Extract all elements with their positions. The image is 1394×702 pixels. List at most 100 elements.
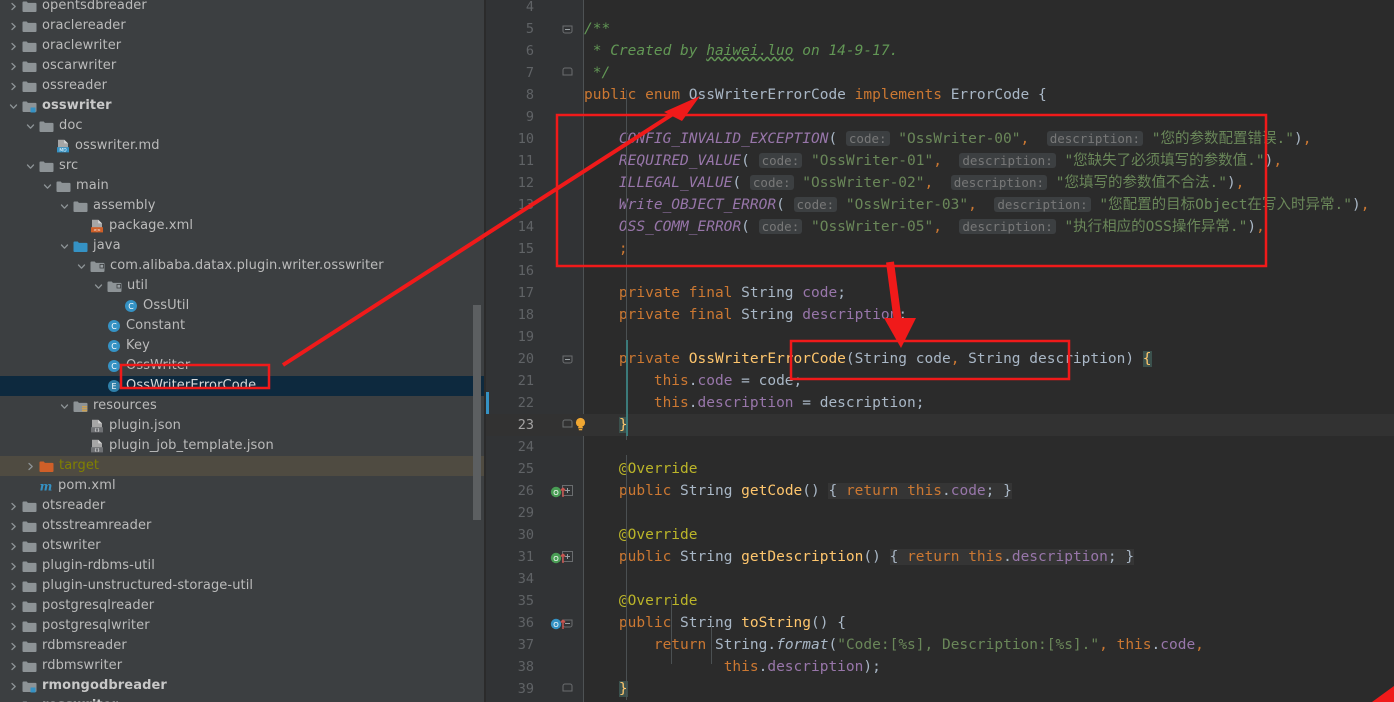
- code-fold-top-icon[interactable]: [562, 23, 573, 34]
- editor-line-31[interactable]: 31 public String getDescription() { retu…: [486, 546, 1394, 568]
- editor-line-15[interactable]: 15 ;: [486, 238, 1394, 260]
- editor-line-10[interactable]: 10 CONFIG_INVALID_EXCEPTION( code: "OssW…: [486, 128, 1394, 150]
- chevron-right-icon[interactable]: [8, 541, 19, 552]
- editor-line-25[interactable]: 25 @Override: [486, 458, 1394, 480]
- editor-line-8[interactable]: 8 public enum OssWriterErrorCode implemen…: [486, 84, 1394, 106]
- tree-node-opentsdbreader[interactable]: opentsdbreader: [0, 0, 486, 16]
- editor-line-12[interactable]: 12 ILLEGAL_VALUE( code: "OssWriter-02", …: [486, 172, 1394, 194]
- tree-node-constant[interactable]: C Constant: [0, 316, 486, 336]
- tree-node-otsstreamreader[interactable]: otsstreamreader: [0, 516, 486, 536]
- tree-node-util[interactable]: util: [0, 276, 486, 296]
- editor-line-4[interactable]: 4: [486, 0, 1394, 18]
- editor-line-38[interactable]: 38 this.description);: [486, 656, 1394, 678]
- chevron-right-icon[interactable]: [25, 461, 36, 472]
- editor-line-9[interactable]: 9: [486, 106, 1394, 128]
- tree-node-plugin-rdbms-util[interactable]: plugin-rdbms-util: [0, 556, 486, 576]
- chevron-right-icon[interactable]: [8, 621, 19, 632]
- editor-pane[interactable]: 4 5 /** 6 * Created by haiwei.luo on 14-9-1…: [486, 0, 1394, 702]
- editor-line-20[interactable]: 20 private OssWriterErrorCode(String cod…: [486, 348, 1394, 370]
- chevron-right-icon[interactable]: [8, 61, 19, 72]
- tree-node-assembly[interactable]: assembly: [0, 196, 486, 216]
- tree-node-pom-xml[interactable]: m pom.xml: [0, 476, 486, 496]
- tree-node-rdbmsreader[interactable]: rdbmsreader: [0, 636, 486, 656]
- chevron-right-icon[interactable]: [8, 521, 19, 532]
- tree-node-otsreader[interactable]: otsreader: [0, 496, 486, 516]
- tree-node-package-xml[interactable]: <> package.xml: [0, 216, 486, 236]
- tree-node-rosswriter[interactable]: rosswriter: [0, 696, 486, 702]
- chevron-right-icon[interactable]: [8, 681, 19, 692]
- chevron-right-icon[interactable]: [8, 501, 19, 512]
- chevron-down-icon[interactable]: [76, 261, 87, 272]
- tree-node-postgresqlreader[interactable]: postgresqlreader: [0, 596, 486, 616]
- tree-node-osswriter[interactable]: C OssWriter: [0, 356, 486, 376]
- editor-line-36[interactable]: 36 public String toString() {O: [486, 612, 1394, 634]
- chevron-down-icon[interactable]: [42, 181, 53, 192]
- chevron-down-icon[interactable]: [25, 121, 36, 132]
- editor-line-30[interactable]: 30 @Override: [486, 524, 1394, 546]
- editor-line-22[interactable]: 22 this.description = description;: [486, 392, 1394, 414]
- chevron-right-icon[interactable]: [8, 561, 19, 572]
- editor-line-7[interactable]: 7 */: [486, 62, 1394, 84]
- tree-node-plugin-job-template-json[interactable]: {} plugin_job_template.json: [0, 436, 486, 456]
- editor-line-21[interactable]: 21 this.code = code;: [486, 370, 1394, 392]
- tree-node-otswriter[interactable]: otswriter: [0, 536, 486, 556]
- editor-line-26[interactable]: 26 public String getCode() { return this…: [486, 480, 1394, 502]
- editor-line-5[interactable]: 5 /**: [486, 18, 1394, 40]
- editor-line-18[interactable]: 18 private final String description;: [486, 304, 1394, 326]
- editor-line-13[interactable]: 13 Write_OBJECT_ERROR( code: "OssWriter-…: [486, 194, 1394, 216]
- editor-line-17[interactable]: 17 private final String code;: [486, 282, 1394, 304]
- tree-node-ossreader[interactable]: ossreader: [0, 76, 486, 96]
- tree-node-postgresqlwriter[interactable]: postgresqlwriter: [0, 616, 486, 636]
- tree-node-target[interactable]: target: [0, 456, 486, 476]
- chevron-down-icon[interactable]: [59, 401, 70, 412]
- code-fold-bottom-icon[interactable]: [562, 419, 573, 430]
- tree-node-com-alibaba-datax-plugin-writer-osswriter[interactable]: com.alibaba.datax.plugin.writer.osswrite…: [0, 256, 486, 276]
- editor-line-19[interactable]: 19: [486, 326, 1394, 348]
- project-tool-window[interactable]: opentsdbreader oraclereader oraclewriter os…: [0, 0, 486, 702]
- chevron-down-icon[interactable]: [93, 281, 104, 292]
- sidebar-scrollbar-thumb[interactable]: [473, 305, 481, 520]
- editor-line-34[interactable]: 34: [486, 568, 1394, 590]
- tree-node-main[interactable]: main: [0, 176, 486, 196]
- chevron-down-icon[interactable]: [25, 161, 36, 172]
- chevron-right-icon[interactable]: [8, 21, 19, 32]
- chevron-right-icon[interactable]: [8, 641, 19, 652]
- chevron-right-icon[interactable]: [8, 581, 19, 592]
- code-fold-top-icon[interactable]: [562, 353, 573, 364]
- chevron-right-icon[interactable]: [8, 661, 19, 672]
- editor-line-14[interactable]: 14 OSS_COMM_ERROR( code: "OssWriter-05",…: [486, 216, 1394, 238]
- editor-line-24[interactable]: 24: [486, 436, 1394, 458]
- tree-node-oscarwriter[interactable]: oscarwriter: [0, 56, 486, 76]
- editor-line-16[interactable]: 16: [486, 260, 1394, 282]
- chevron-right-icon[interactable]: [8, 1, 19, 12]
- code-fold-bottom-icon[interactable]: [562, 67, 573, 78]
- editor-line-29[interactable]: 29: [486, 502, 1394, 524]
- code-fold-bottom-icon[interactable]: [562, 683, 573, 694]
- tree-node-osswriter[interactable]: osswriter: [0, 96, 486, 116]
- chevron-down-icon[interactable]: [8, 101, 19, 112]
- tree-node-osswritererrorcode[interactable]: E OssWriterErrorCode: [0, 376, 486, 396]
- tree-node-plugin-unstructured-storage-util[interactable]: plugin-unstructured-storage-util: [0, 576, 486, 596]
- chevron-down-icon[interactable]: [59, 201, 70, 212]
- chevron-down-icon[interactable]: [59, 241, 70, 252]
- tree-node-key[interactable]: C Key: [0, 336, 486, 356]
- tree-node-plugin-json[interactable]: {} plugin.json: [0, 416, 486, 436]
- editor-line-35[interactable]: 35 @Override: [486, 590, 1394, 612]
- tree-node-oraclewriter[interactable]: oraclewriter: [0, 36, 486, 56]
- tree-node-src[interactable]: src: [0, 156, 486, 176]
- editor-line-37[interactable]: 37 return String.format("Code:[%s], Desc…: [486, 634, 1394, 656]
- tree-node-rdbmswriter[interactable]: rdbmswriter: [0, 656, 486, 676]
- tree-node-ossutil[interactable]: C OssUtil: [0, 296, 486, 316]
- editor-line-11[interactable]: 11 REQUIRED_VALUE( code: "OssWriter-01",…: [486, 150, 1394, 172]
- editor-line-23[interactable]: 23 }: [486, 414, 1394, 436]
- tree-node-osswriter-md[interactable]: MD osswriter.md: [0, 136, 486, 156]
- tree-node-doc[interactable]: doc: [0, 116, 486, 136]
- tree-node-oraclereader[interactable]: oraclereader: [0, 16, 486, 36]
- chevron-right-icon[interactable]: [8, 41, 19, 52]
- tree-node-resources[interactable]: resources: [0, 396, 486, 416]
- tree-node-rmongodbreader[interactable]: rmongodbreader: [0, 676, 486, 696]
- editor-line-39[interactable]: 39 }: [486, 678, 1394, 700]
- chevron-right-icon[interactable]: [8, 601, 19, 612]
- editor-line-6[interactable]: 6 * Created by haiwei.luo on 14-9-17.: [486, 40, 1394, 62]
- chevron-right-icon[interactable]: [8, 81, 19, 92]
